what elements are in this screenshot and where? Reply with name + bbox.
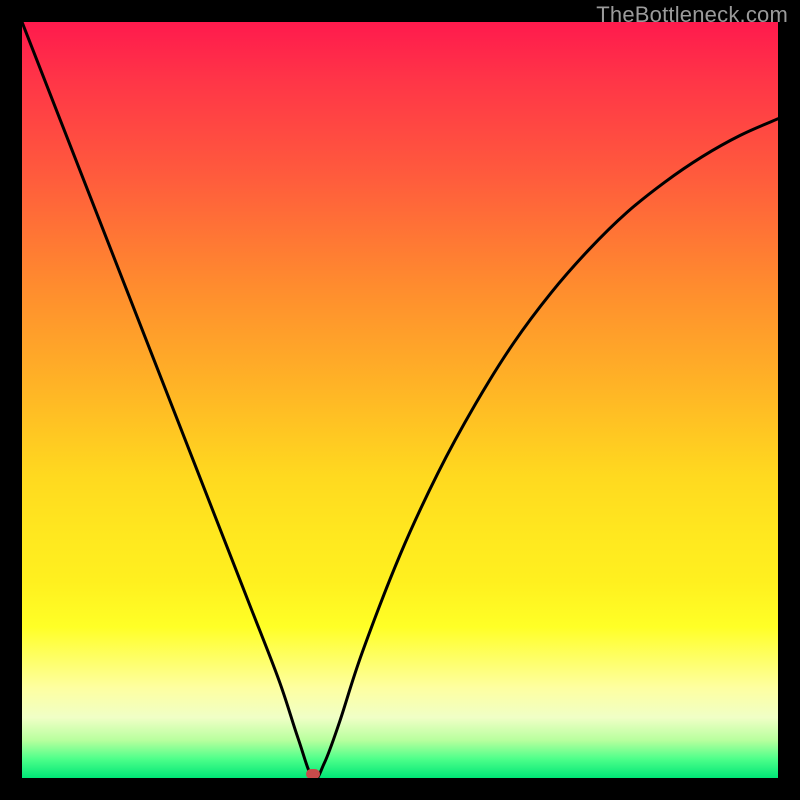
- plot-area: [22, 22, 778, 778]
- curve-svg: [22, 22, 778, 778]
- bottleneck-curve: [22, 22, 778, 778]
- chart-frame: TheBottleneck.com: [0, 0, 800, 800]
- watermark-text: TheBottleneck.com: [596, 2, 788, 28]
- minimum-marker-icon: [306, 769, 320, 778]
